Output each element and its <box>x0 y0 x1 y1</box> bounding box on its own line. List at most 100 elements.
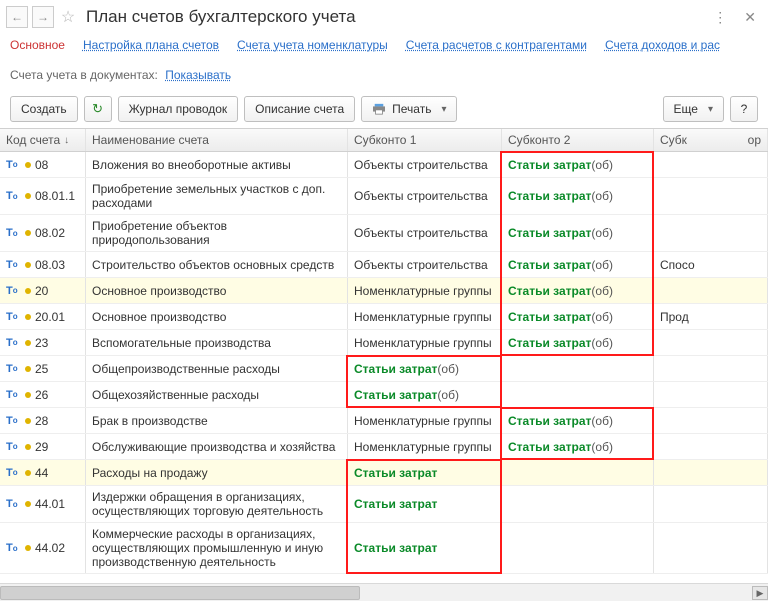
column-header-subkonto2[interactable]: Субконто 2 <box>502 129 654 151</box>
ob-suffix: (об) <box>437 388 459 402</box>
cell-code: To 44 <box>0 460 86 485</box>
table-row[interactable]: To 28Брак в производствеНоменклатурные г… <box>0 408 768 434</box>
status-dot-icon <box>25 314 31 320</box>
table-row[interactable]: To 26Общехозяйственные расходыСтатьи зат… <box>0 382 768 408</box>
table-row[interactable]: To 44Расходы на продажуСтатьи затрат <box>0 460 768 486</box>
account-type-icon: To <box>6 159 20 171</box>
cell-subkonto1: Объекты строительства <box>348 215 502 251</box>
status-dot-icon <box>25 162 31 168</box>
page-title: План счетов бухгалтерского учета <box>82 7 703 27</box>
table-row[interactable]: To 44.02Коммерческие расходы в организац… <box>0 523 768 574</box>
tab-main[interactable]: Основное <box>10 38 65 52</box>
cell-code: To 44.01 <box>0 486 86 522</box>
nav-forward-button[interactable]: → <box>32 6 54 28</box>
status-dot-icon <box>25 340 31 346</box>
table-row[interactable]: To 08.03Строительство объектов основных … <box>0 252 768 278</box>
tab-plan-settings[interactable]: Настройка плана счетов <box>83 38 219 52</box>
account-type-icon: To <box>6 227 20 239</box>
column-header-subkonto1[interactable]: Субконто 1 <box>348 129 502 151</box>
cell-code: To 08.01.1 <box>0 178 86 214</box>
cell-code: To 20 <box>0 278 86 303</box>
doc-accounts-label: Счета учета в документах: <box>10 68 158 82</box>
nav-back-button[interactable]: ← <box>6 6 28 28</box>
cell-code: To 44.02 <box>0 523 86 573</box>
create-button[interactable]: Создать <box>10 96 78 122</box>
refresh-button[interactable]: ↻ <box>84 96 112 122</box>
cell-subkonto2: Статьи затрат (об) <box>502 152 654 177</box>
cost-items-label: Статьи затрат <box>508 158 591 172</box>
column-header-name[interactable]: Наименование счета <box>86 129 348 151</box>
cell-name: Расходы на продажу <box>86 460 348 485</box>
cell-subkonto1: Объекты строительства <box>348 152 502 177</box>
cost-items-label: Статьи затрат <box>508 310 591 324</box>
cell-subkonto1: Номенклатурные группы <box>348 278 502 303</box>
cell-subkonto2 <box>502 486 654 522</box>
favorite-star-icon[interactable]: ☆ <box>58 7 78 27</box>
cell-code: To 25 <box>0 356 86 381</box>
table-row[interactable]: To 20Основное производствоНоменклатурные… <box>0 278 768 304</box>
cell-name: Обслуживающие производства и хозяйства <box>86 434 348 459</box>
cell-subkonto1: Номенклатурные группы <box>348 408 502 433</box>
cost-items-label: Статьи затрат <box>508 226 591 240</box>
print-button[interactable]: Печать▾ <box>361 96 457 122</box>
cell-subkonto3 <box>654 178 768 214</box>
cell-code: To 08 <box>0 152 86 177</box>
status-dot-icon <box>25 366 31 372</box>
table-row[interactable]: To 25Общепроизводственные расходыСтатьи … <box>0 356 768 382</box>
table-row[interactable]: To 08.01.1Приобретение земельных участко… <box>0 178 768 215</box>
status-dot-icon <box>25 470 31 476</box>
help-button[interactable]: ? <box>730 96 758 122</box>
cell-subkonto3 <box>654 408 768 433</box>
ob-suffix: (об) <box>591 336 613 350</box>
account-type-icon: To <box>6 337 20 349</box>
cell-code: To 08.02 <box>0 215 86 251</box>
cell-code: To 28 <box>0 408 86 433</box>
chevron-down-icon: ▾ <box>708 104 713 115</box>
cell-subkonto2: Статьи затрат (об) <box>502 434 654 459</box>
table-row[interactable]: To 29Обслуживающие производства и хозяйс… <box>0 434 768 460</box>
cost-items-label: Статьи затрат <box>508 258 591 272</box>
account-description-button[interactable]: Описание счета <box>244 96 355 122</box>
ob-suffix: (об) <box>591 258 613 272</box>
cell-name: Общехозяйственные расходы <box>86 382 348 407</box>
ob-suffix: (об) <box>591 440 613 454</box>
status-dot-icon <box>25 288 31 294</box>
cell-subkonto1: Объекты строительства <box>348 252 502 277</box>
doc-accounts-show-link[interactable]: Показывать <box>165 68 231 82</box>
close-icon[interactable]: ✕ <box>738 9 762 26</box>
column-header-code[interactable]: Код счета ↓ <box>0 129 86 151</box>
cell-name: Приобретение земельных участков с доп. р… <box>86 178 348 214</box>
more-menu-icon[interactable]: ⋮ <box>707 9 734 26</box>
status-dot-icon <box>25 418 31 424</box>
horizontal-scrollbar[interactable]: ▶ <box>0 583 768 601</box>
ob-suffix: (об) <box>591 226 613 240</box>
tab-accounts-income[interactable]: Счета доходов и рас <box>605 38 720 52</box>
cell-code: To 20.01 <box>0 304 86 329</box>
scroll-right-arrow[interactable]: ▶ <box>752 586 768 600</box>
tab-accounts-counterparties[interactable]: Счета расчетов с контрагентами <box>406 38 587 52</box>
table-row[interactable]: To 08Вложения во внеоборотные активыОбъе… <box>0 152 768 178</box>
table-row[interactable]: To 08.02Приобретение объектов природопол… <box>0 215 768 252</box>
more-button[interactable]: Еще▾ <box>663 96 724 122</box>
cost-items-label: Статьи затрат <box>508 336 591 350</box>
table-row[interactable]: To 44.01Издержки обращения в организация… <box>0 486 768 523</box>
cell-subkonto1: Статьи затрат (об) <box>348 382 502 407</box>
table-row[interactable]: To 20.01Основное производствоНоменклатур… <box>0 304 768 330</box>
cell-subkonto1: Номенклатурные группы <box>348 434 502 459</box>
cell-subkonto3: Прод <box>654 304 768 329</box>
scrollbar-thumb[interactable] <box>0 586 360 600</box>
cell-subkonto2 <box>502 356 654 381</box>
cell-name: Строительство объектов основных средств <box>86 252 348 277</box>
cell-subkonto3 <box>654 215 768 251</box>
sort-arrow-icon: ↓ <box>64 135 69 146</box>
cell-name: Издержки обращения в организациях, осуще… <box>86 486 348 522</box>
table-row[interactable]: To 23Вспомогательные производстваНоменкл… <box>0 330 768 356</box>
cell-subkonto3 <box>654 523 768 573</box>
tab-accounts-nomenclature[interactable]: Счета учета номенклатуры <box>237 38 388 52</box>
cell-subkonto1: Номенклатурные группы <box>348 304 502 329</box>
account-type-icon: To <box>6 467 20 479</box>
cell-subkonto2: Статьи затрат (об) <box>502 304 654 329</box>
journal-button[interactable]: Журнал проводок <box>118 96 239 122</box>
column-header-subkonto3[interactable]: Субкор <box>654 129 768 151</box>
cost-items-label: Статьи затрат <box>508 284 591 298</box>
